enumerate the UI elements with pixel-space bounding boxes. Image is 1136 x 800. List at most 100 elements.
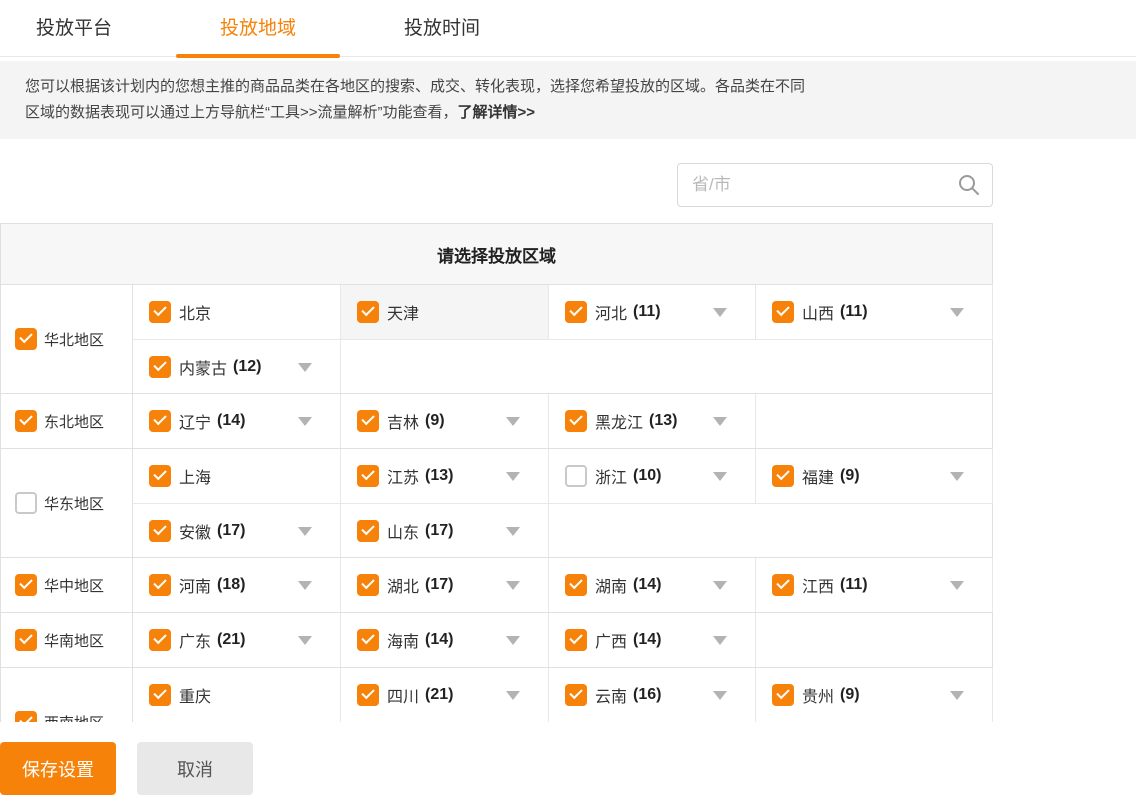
province-cell[interactable]: 浙江(10) — [549, 449, 756, 503]
province-checkbox[interactable] — [149, 629, 171, 651]
province-cell[interactable]: 山东(17) — [341, 504, 549, 557]
province-cell[interactable]: 内蒙古(12) — [133, 340, 341, 393]
province-cell[interactable]: 重庆 — [133, 668, 341, 722]
province-cell[interactable]: 江西(11) — [756, 558, 993, 612]
province-checkbox[interactable] — [565, 410, 587, 432]
search-icon[interactable] — [957, 173, 981, 197]
region-cell[interactable]: 华北地区 — [1, 285, 133, 393]
province-checkbox[interactable] — [357, 410, 379, 432]
province-checkbox[interactable] — [357, 465, 379, 487]
province-checkbox[interactable] — [357, 301, 379, 323]
province-cell[interactable]: 云南(16) — [549, 668, 756, 722]
chevron-down-icon[interactable] — [950, 472, 964, 481]
chevron-down-icon[interactable] — [713, 308, 727, 317]
region-cell[interactable]: 华东地区 — [1, 449, 133, 557]
province-cell[interactable]: 海南(14) — [341, 613, 549, 667]
province-label: 吉林 — [387, 409, 419, 433]
province-cell[interactable]: 安徽(17) — [133, 504, 341, 557]
chevron-down-icon[interactable] — [713, 581, 727, 590]
province-cell[interactable]: 黑龙江(13) — [549, 394, 756, 448]
province-checkbox[interactable] — [149, 684, 171, 706]
region-checkbox[interactable] — [15, 328, 37, 350]
chevron-down-icon[interactable] — [950, 308, 964, 317]
chevron-down-icon[interactable] — [713, 691, 727, 700]
chevron-down-icon[interactable] — [298, 636, 312, 645]
province-checkbox[interactable] — [772, 465, 794, 487]
province-checkbox[interactable] — [357, 574, 379, 596]
chevron-down-icon[interactable] — [950, 581, 964, 590]
region-cell[interactable]: 华中地区 — [1, 558, 133, 612]
province-checkbox[interactable] — [357, 520, 379, 542]
tab-placement-platform[interactable]: 投放平台 — [30, 0, 118, 57]
province-cell[interactable]: 贵州(9) — [756, 668, 993, 722]
region-label: 华中地区 — [44, 575, 104, 596]
province-checkbox[interactable] — [772, 684, 794, 706]
province-checkbox[interactable] — [772, 301, 794, 323]
chevron-down-icon[interactable] — [506, 636, 520, 645]
region-checkbox[interactable] — [15, 492, 37, 514]
province-cell[interactable]: 广东(21) — [133, 613, 341, 667]
chevron-down-icon[interactable] — [713, 636, 727, 645]
tab-placement-time[interactable]: 投放时间 — [398, 0, 486, 57]
province-checkbox[interactable] — [149, 356, 171, 378]
chevron-down-icon[interactable] — [713, 472, 727, 481]
province-cell[interactable]: 四川(21) — [341, 668, 549, 722]
province-checkbox[interactable] — [357, 684, 379, 706]
region-checkbox[interactable] — [15, 629, 37, 651]
province-cell[interactable]: 江苏(13) — [341, 449, 549, 503]
province-checkbox[interactable] — [565, 301, 587, 323]
region-checkbox[interactable] — [15, 574, 37, 596]
chevron-down-icon[interactable] — [298, 417, 312, 426]
region-label: 华东地区 — [44, 493, 104, 514]
chevron-down-icon[interactable] — [298, 581, 312, 590]
learn-more-link[interactable]: 了解详情>> — [458, 104, 536, 121]
province-label: 云南 — [595, 683, 627, 707]
province-count: (17) — [217, 522, 245, 540]
province-cell[interactable]: 河南(18) — [133, 558, 341, 612]
province-cell[interactable]: 北京 — [133, 285, 341, 339]
chevron-down-icon[interactable] — [506, 691, 520, 700]
province-cell[interactable]: 天津 — [341, 285, 549, 339]
region-cell[interactable]: 东北地区 — [1, 394, 133, 448]
chevron-down-icon[interactable] — [506, 527, 520, 536]
province-checkbox[interactable] — [149, 520, 171, 542]
province-checkbox[interactable] — [149, 465, 171, 487]
province-count: (9) — [840, 686, 860, 704]
province-checkbox[interactable] — [565, 465, 587, 487]
province-checkbox[interactable] — [565, 629, 587, 651]
province-cell[interactable]: 辽宁(14) — [133, 394, 341, 448]
province-lines: 广东(21)海南(14)广西(14) — [133, 613, 992, 667]
province-cell[interactable]: 广西(14) — [549, 613, 756, 667]
chevron-down-icon[interactable] — [506, 472, 520, 481]
chevron-down-icon[interactable] — [506, 581, 520, 590]
search-input[interactable] — [677, 163, 993, 207]
chevron-down-icon[interactable] — [950, 691, 964, 700]
chevron-down-icon[interactable] — [298, 363, 312, 372]
province-checkbox[interactable] — [149, 574, 171, 596]
chevron-down-icon[interactable] — [713, 417, 727, 426]
save-settings-button[interactable]: 保存设置 — [0, 742, 116, 795]
province-cell[interactable]: 湖南(14) — [549, 558, 756, 612]
province-checkbox[interactable] — [149, 410, 171, 432]
cancel-button[interactable]: 取消 — [137, 742, 253, 795]
notice-line2-text: 区域的数据表现可以通过上方导航栏“工具>>流量解析”功能查看， — [25, 104, 458, 121]
province-checkbox[interactable] — [357, 629, 379, 651]
province-cell[interactable]: 吉林(9) — [341, 394, 549, 448]
province-count: (17) — [425, 576, 453, 594]
province-checkbox[interactable] — [565, 574, 587, 596]
province-count: (14) — [633, 576, 661, 594]
province-cell[interactable]: 湖北(17) — [341, 558, 549, 612]
chevron-down-icon[interactable] — [506, 417, 520, 426]
province-cell[interactable]: 上海 — [133, 449, 341, 503]
region-cell[interactable]: 华南地区 — [1, 613, 133, 667]
region-checkbox[interactable] — [15, 410, 37, 432]
tab-placement-region[interactable]: 投放地域 — [214, 0, 302, 57]
province-checkbox[interactable] — [149, 301, 171, 323]
province-cell[interactable]: 福建(9) — [756, 449, 993, 503]
province-cell[interactable]: 山西(11) — [756, 285, 993, 339]
footer-bar: 保存设置 取消 — [0, 722, 1136, 800]
chevron-down-icon[interactable] — [298, 527, 312, 536]
province-checkbox[interactable] — [565, 684, 587, 706]
province-cell[interactable]: 河北(11) — [549, 285, 756, 339]
province-checkbox[interactable] — [772, 574, 794, 596]
